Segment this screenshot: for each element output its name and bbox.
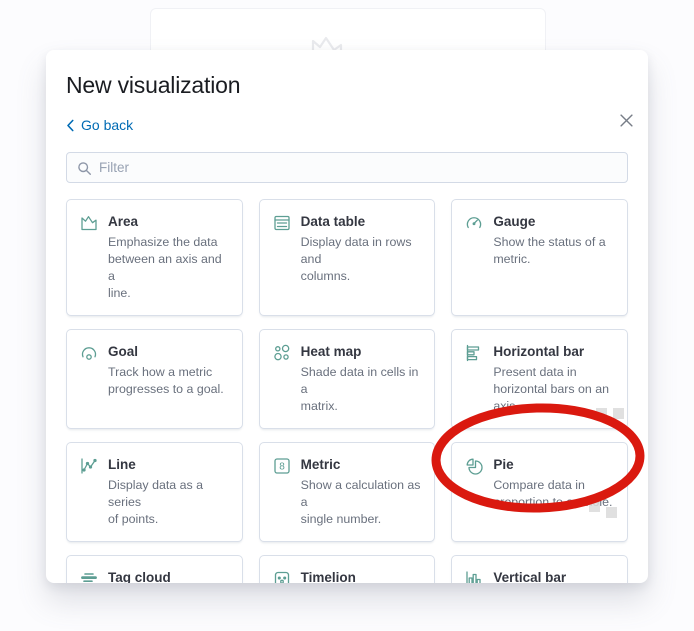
- line-chart-icon: [80, 457, 98, 475]
- go-back-label: Go back: [81, 117, 134, 133]
- vis-card-title: Heat map: [300, 343, 362, 359]
- vis-card-title: Vertical bar: [493, 569, 567, 584]
- filter-input[interactable]: [67, 152, 627, 182]
- vis-card-title: Area: [108, 213, 139, 229]
- goal-icon: [80, 344, 98, 362]
- vis-card-title: Data table: [300, 213, 366, 229]
- vis-card-title: Line: [108, 456, 136, 472]
- tag-cloud-icon: [80, 570, 98, 583]
- vis-type-card-metric[interactable]: 8 Metric Show a calculation as a single …: [258, 441, 436, 542]
- vis-type-card-line[interactable]: Line Display data as a series of points.: [66, 441, 243, 542]
- go-back-link[interactable]: Go back: [66, 117, 133, 133]
- vis-type-card-tag-cloud[interactable]: Tag cloud Display word frequency with fo…: [66, 554, 243, 584]
- vis-card-title: Metric: [300, 456, 341, 472]
- vis-card-title: Horizontal bar: [493, 343, 585, 359]
- close-icon[interactable]: [612, 108, 640, 136]
- vis-card-description: Present data in horizontal bars on an ax…: [493, 364, 610, 413]
- heat-map-icon: [273, 344, 291, 362]
- horizontal-bar-icon: [465, 344, 483, 362]
- data-table-icon: [273, 214, 291, 232]
- vis-card-description: Show the status of a metric.: [493, 234, 606, 266]
- vis-card-title: Gauge: [493, 213, 536, 229]
- vis-card-title: Tag cloud: [108, 569, 171, 584]
- vis-card-description: Emphasize the data between an axis and a…: [108, 234, 222, 300]
- area-chart-icon: [80, 214, 98, 232]
- vis-type-card-goal[interactable]: Goal Track how a metric progresses to a …: [66, 328, 243, 429]
- vis-card-title: Timelion: [300, 569, 356, 584]
- vis-type-grid: Area Emphasize the data between an axis …: [66, 198, 628, 584]
- vis-card-description: Display data in rows and columns.: [300, 234, 412, 283]
- vis-type-card-data-table[interactable]: Data table Display data in rows and colu…: [258, 198, 436, 316]
- timelion-icon: [273, 570, 291, 583]
- vis-type-card-area[interactable]: Area Emphasize the data between an axis …: [66, 198, 243, 316]
- svg-text:8: 8: [279, 461, 285, 472]
- vis-type-card-timelion[interactable]: Timelion Show time series data on a grap…: [258, 554, 436, 584]
- vis-card-description: Display data as a series of points.: [108, 477, 204, 526]
- vis-card-title: Pie: [493, 456, 514, 472]
- metric-icon: 8: [273, 457, 291, 475]
- vis-type-card-pie[interactable]: Pie Compare data in proportion to a whol…: [451, 441, 628, 542]
- chevron-left-icon: [67, 119, 74, 131]
- modal-title: New visualization: [66, 72, 241, 98]
- vis-card-description: Show a calculation as a single number.: [300, 477, 421, 526]
- new-visualization-modal: New visualization Go back Area Emphasize…: [46, 50, 648, 583]
- vis-card-title: Goal: [108, 343, 139, 359]
- gauge-icon: [465, 214, 483, 232]
- filter-field: [66, 151, 628, 183]
- pie-chart-icon: [465, 457, 483, 475]
- vis-card-description: Shade data in cells in a matrix.: [300, 364, 419, 413]
- vis-type-card-gauge[interactable]: Gauge Show the status of a metric.: [451, 198, 628, 316]
- vis-type-card-heat-map[interactable]: Heat map Shade data in cells in a matrix…: [258, 328, 436, 429]
- vis-card-description: Compare data in proportion to a whole.: [493, 477, 613, 509]
- vertical-bar-icon: [465, 570, 483, 583]
- vis-type-card-horizontal-bar[interactable]: Horizontal bar Present data in horizonta…: [451, 328, 628, 429]
- vis-type-card-vertical-bar[interactable]: Vertical bar Present data in vertical ba…: [451, 554, 628, 584]
- vis-card-description: Track how a metric progresses to a goal.: [108, 364, 224, 396]
